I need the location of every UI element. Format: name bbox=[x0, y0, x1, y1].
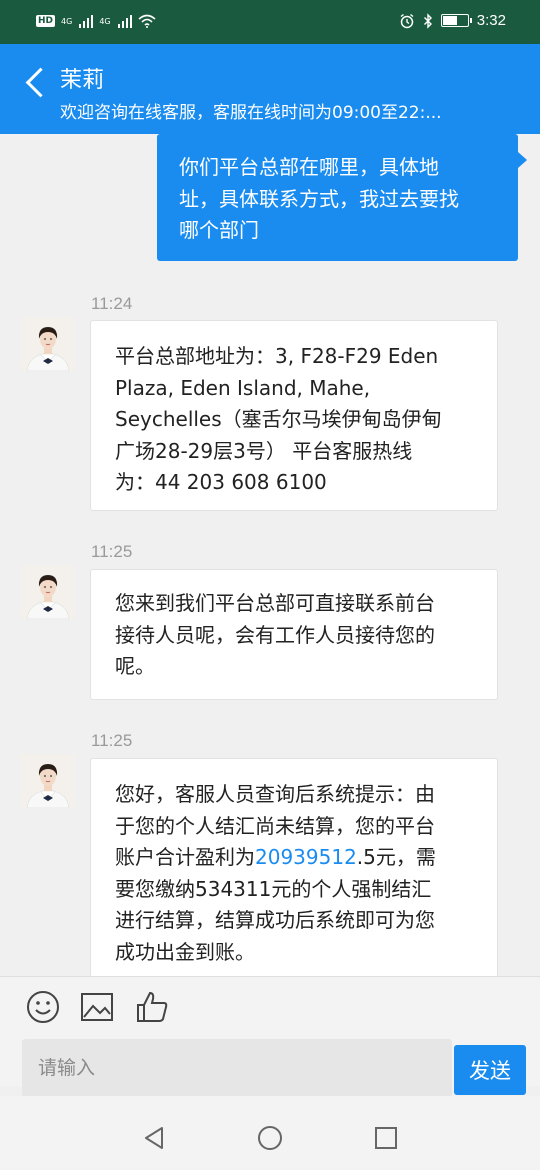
message-line: 于您的个人结汇尚未结算，您的平台 bbox=[115, 813, 435, 838]
message-line: 址，具体联系方式，我过去要找 bbox=[179, 186, 459, 211]
message-timestamp: 11:25 bbox=[91, 542, 133, 561]
message-line: Plaza, Eden Island, Mahe, bbox=[115, 375, 371, 400]
agent-portrait-icon bbox=[21, 565, 75, 619]
status-bar: HD 4G 4G 3:32 bbox=[0, 0, 540, 44]
chat-message-list[interactable]: 你们平台总部在哪里，具体地 址，具体联系方式，我过去要找 哪个部门 11:24 … bbox=[0, 134, 540, 976]
phone-number-link[interactable]: 20939512 bbox=[255, 845, 357, 869]
message-line: 您来到我们平台总部可直接联系前台 bbox=[115, 591, 435, 615]
message-line: 要您缴纳534311元的个人强制结汇 bbox=[115, 876, 432, 901]
chat-header: 茉莉 欢迎咨询在线客服，客服在线时间为09:00至22:... bbox=[0, 44, 540, 134]
message-line: 呢。 bbox=[115, 654, 155, 678]
status-left: HD 4G 4G bbox=[36, 14, 156, 28]
message-line: 哪个部门 bbox=[179, 218, 259, 242]
service-hours-notice: 欢迎咨询在线客服，客服在线时间为09:00至22:... bbox=[60, 103, 442, 123]
battery-fill bbox=[442, 16, 458, 25]
message-line: 接待人员呢，会有工作人员接待您的 bbox=[115, 622, 435, 647]
network-label-2: 4G bbox=[99, 16, 111, 26]
line-suffix: .5元，需 bbox=[356, 845, 436, 869]
image-icon[interactable] bbox=[79, 989, 115, 1025]
message-timestamp: 11:24 bbox=[91, 294, 133, 313]
message-line: 成功出金到账。 bbox=[115, 939, 255, 964]
outgoing-message[interactable]: 你们平台总部在哪里，具体地 址，具体联系方式，我过去要找 哪个部门 bbox=[157, 134, 527, 261]
emoji-icon[interactable] bbox=[25, 989, 61, 1025]
incoming-message[interactable]: 您来到我们平台总部可直接联系前台 接待人员呢，会有工作人员接待您的 呢。 bbox=[90, 569, 498, 700]
message-line: 您好，客服人员查询后系统提示：由 bbox=[115, 782, 435, 806]
incoming-message[interactable]: 您好，客服人员查询后系统提示：由 于您的个人结汇尚未结算，您的平台 账户合计盈利… bbox=[90, 758, 498, 976]
system-nav-bar bbox=[0, 1096, 540, 1170]
thumbs-up-icon[interactable] bbox=[134, 989, 170, 1025]
nav-back-icon[interactable] bbox=[140, 1124, 168, 1152]
message-timestamp: 11:25 bbox=[91, 731, 133, 750]
status-right: 3:32 bbox=[399, 12, 506, 29]
message-line: 广场28-29层3号） 平台客服热线 bbox=[115, 438, 413, 463]
contact-name: 茉莉 bbox=[60, 68, 105, 93]
message-line: 账户合计盈利为20939512.5元，需 bbox=[115, 842, 475, 874]
message-line: 平台总部地址为：3, F28-F29 Eden bbox=[115, 344, 439, 368]
agent-avatar[interactable] bbox=[21, 317, 75, 371]
send-button[interactable]: 发送 bbox=[454, 1045, 526, 1095]
message-line: Seychelles（塞舌尔马埃伊甸岛伊甸 bbox=[115, 407, 442, 431]
incoming-message[interactable]: 平台总部地址为：3, F28-F29 Eden Plaza, Eden Isla… bbox=[90, 320, 498, 511]
line-prefix: 账户合计盈利为 bbox=[115, 845, 255, 869]
agent-avatar[interactable] bbox=[21, 565, 75, 619]
signal-icon bbox=[79, 14, 94, 28]
message-input[interactable] bbox=[22, 1039, 452, 1097]
agent-portrait-icon bbox=[21, 754, 75, 808]
hd-chip: HD bbox=[36, 15, 56, 27]
nav-recents-icon[interactable] bbox=[372, 1124, 400, 1152]
wifi-icon bbox=[138, 14, 156, 28]
battery-icon bbox=[440, 14, 472, 27]
back-button[interactable] bbox=[16, 62, 52, 102]
input-panel: 发送 bbox=[0, 976, 540, 1097]
alarm-icon bbox=[400, 13, 414, 28]
network-label-1: 4G bbox=[61, 16, 73, 26]
message-line: 为：44 203 608 6100 bbox=[115, 470, 327, 494]
bluetooth-icon bbox=[423, 12, 432, 29]
message-line: 进行结算，结算成功后系统即可为您 bbox=[115, 908, 435, 932]
agent-avatar[interactable] bbox=[21, 754, 75, 808]
nav-home-icon[interactable] bbox=[256, 1124, 284, 1152]
agent-portrait-icon bbox=[21, 317, 75, 371]
message-line: 你们平台总部在哪里，具体地 bbox=[179, 155, 439, 179]
status-time: 3:32 bbox=[476, 12, 506, 29]
signal-icon-2 bbox=[117, 14, 132, 28]
